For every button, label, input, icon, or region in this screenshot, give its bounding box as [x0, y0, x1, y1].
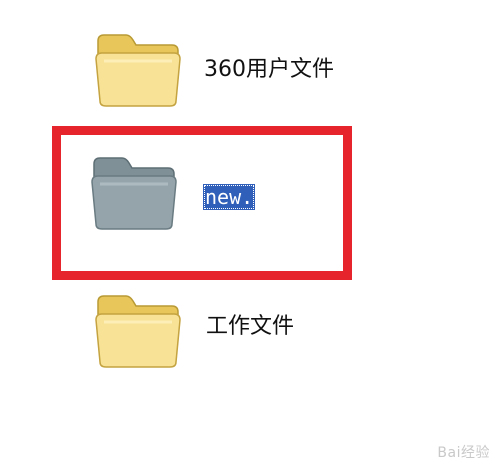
folder-item-360-user-files[interactable]: 360用户文件 — [0, 25, 500, 125]
folder-item-work-files[interactable]: 工作文件 — [0, 280, 500, 380]
folder-label: 360用户文件 — [204, 57, 334, 82]
watermark: Bai经验 — [437, 445, 490, 461]
highlight-box — [52, 126, 352, 280]
folder-icon[interactable] — [92, 288, 184, 370]
folder-icon[interactable] — [92, 27, 184, 109]
folder-label: 工作文件 — [206, 314, 295, 339]
